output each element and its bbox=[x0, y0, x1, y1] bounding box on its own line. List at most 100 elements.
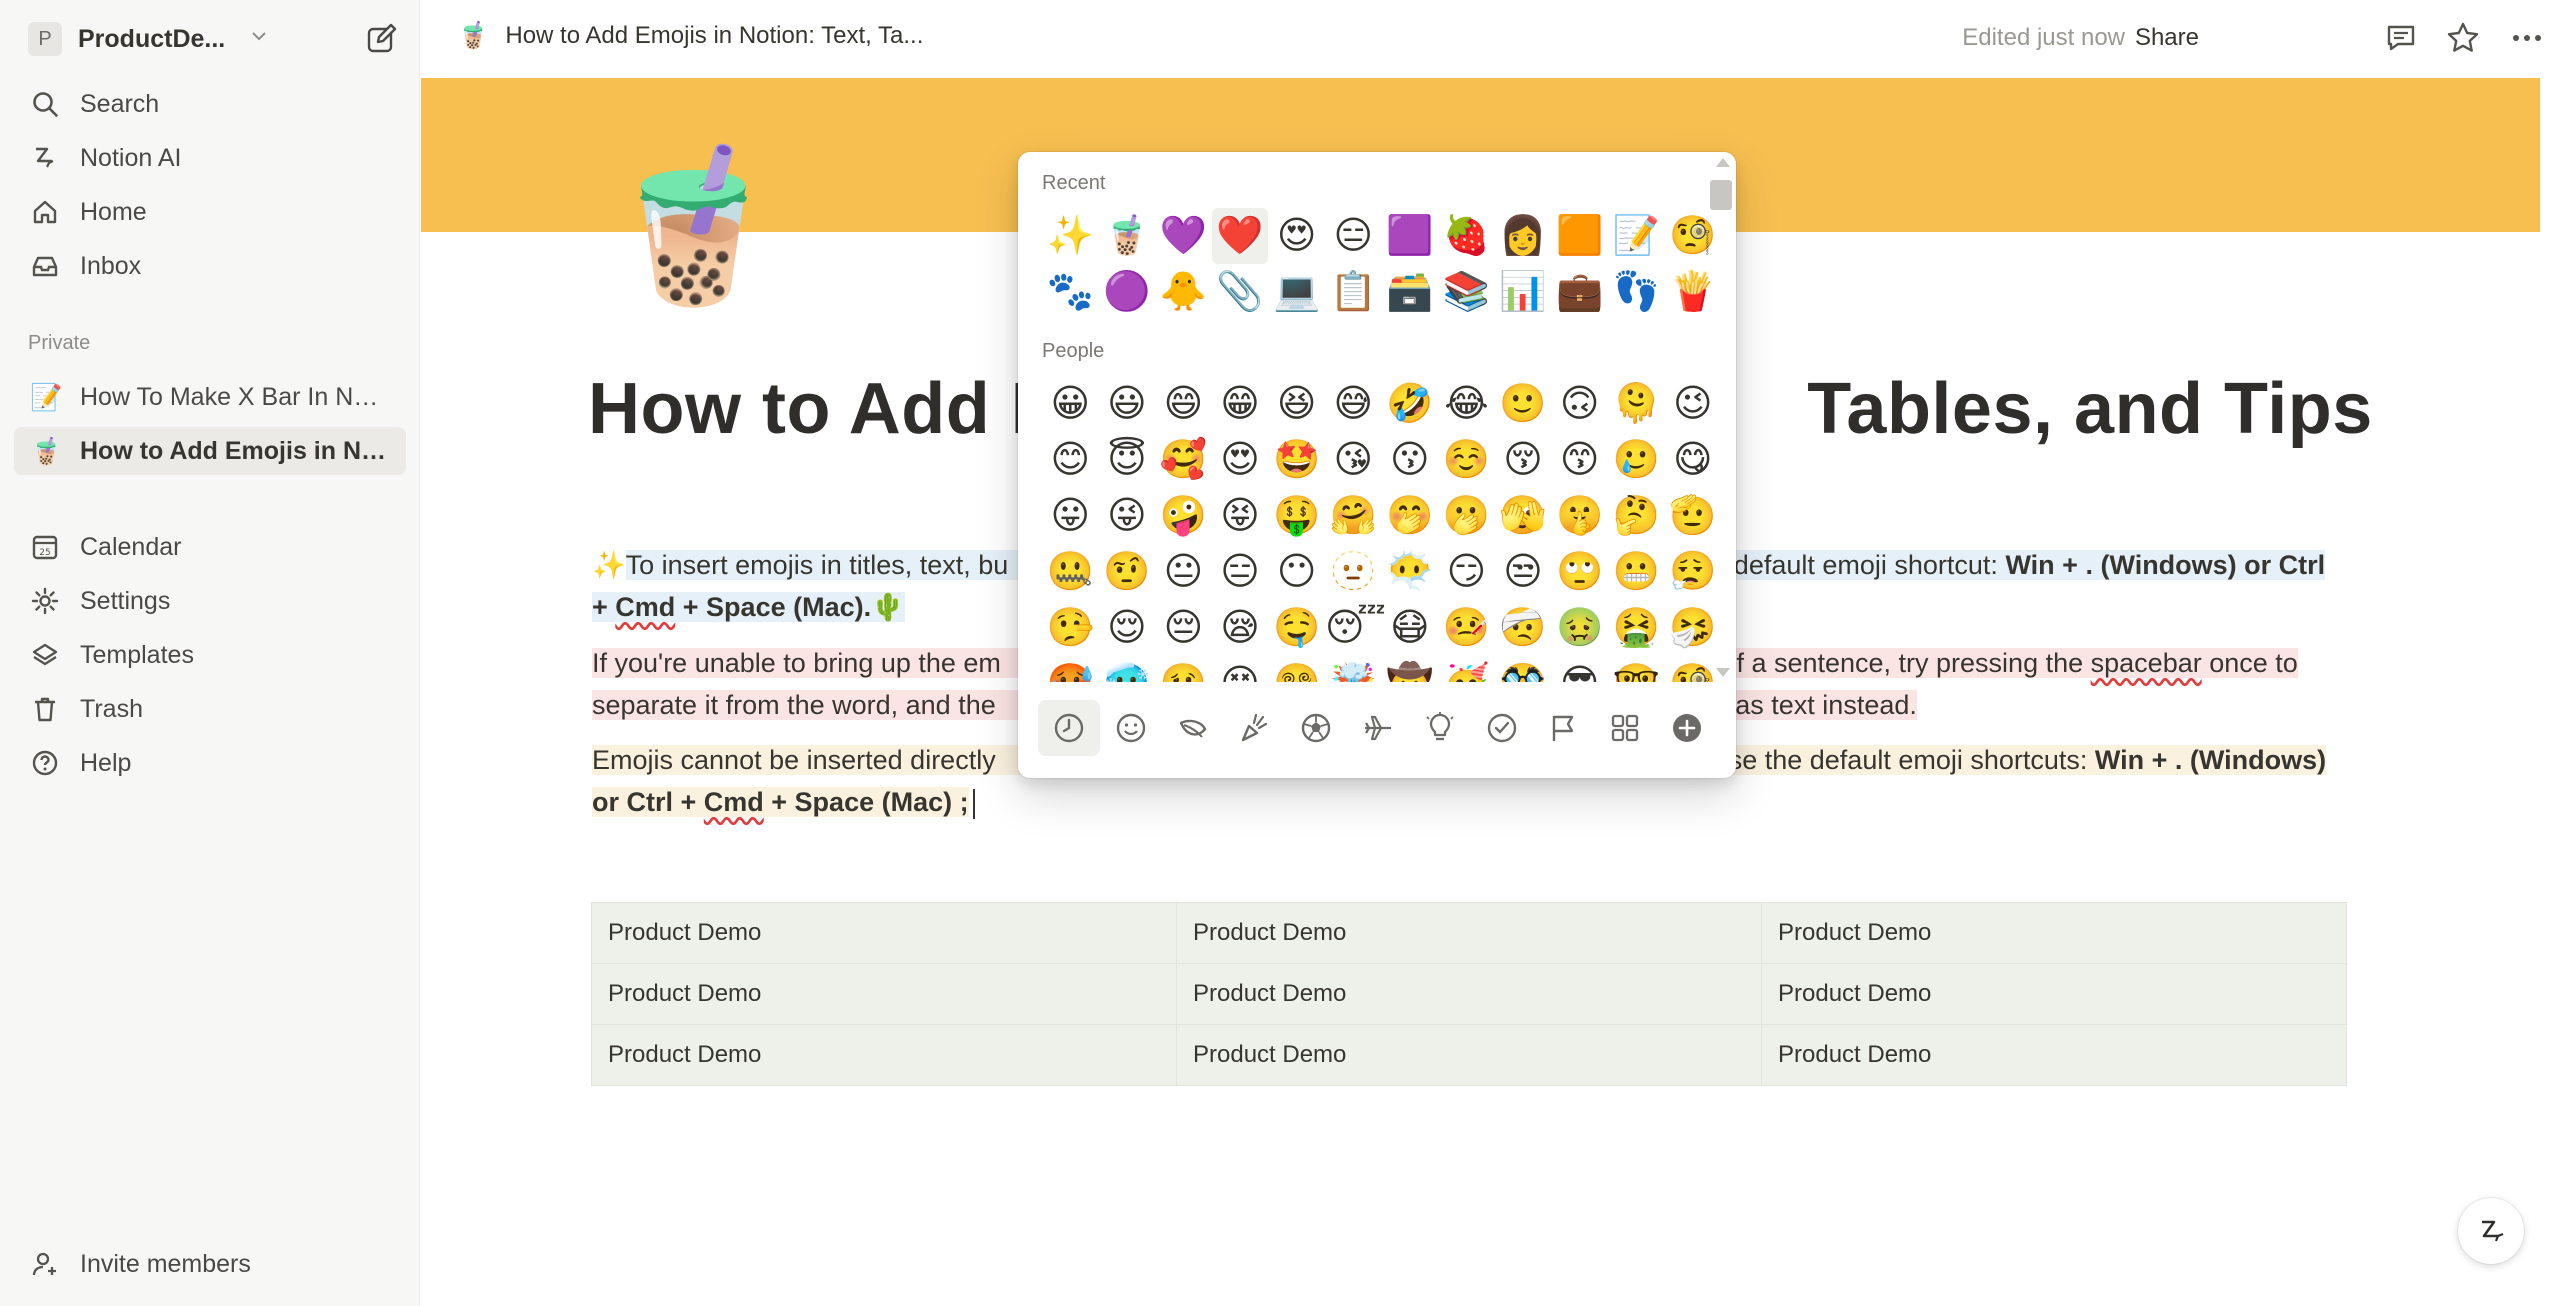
emoji-option[interactable]: 🤗 bbox=[1325, 488, 1382, 544]
emoji-option[interactable]: 📝 bbox=[1608, 208, 1665, 264]
emoji-option[interactable]: 🤭 bbox=[1382, 488, 1439, 544]
emoji-option[interactable]: 😋 bbox=[1665, 432, 1718, 488]
emoji-option[interactable]: 📎 bbox=[1212, 264, 1269, 320]
table-cell[interactable]: Product Demo bbox=[1176, 963, 1762, 1025]
emoji-option[interactable]: 📚 bbox=[1438, 264, 1495, 320]
emoji-option[interactable]: 🤓 bbox=[1608, 656, 1665, 682]
emoji-option[interactable]: 🥳 bbox=[1438, 656, 1495, 682]
emoji-option[interactable]: 📋 bbox=[1325, 264, 1382, 320]
emoji-option[interactable]: 🙂 bbox=[1495, 376, 1552, 432]
chevron-down-icon[interactable] bbox=[249, 26, 269, 52]
breadcrumb[interactable]: 🧋 How to Add Emojis in Notion: Text, Ta.… bbox=[457, 20, 923, 51]
emoji-option[interactable]: 👣 bbox=[1608, 264, 1665, 320]
emoji-option[interactable]: 😆 bbox=[1268, 376, 1325, 432]
emoji-option[interactable]: 😵‍💫 bbox=[1268, 656, 1325, 682]
emoji-option[interactable]: 😛 bbox=[1042, 488, 1099, 544]
emoji-option[interactable]: 😁 bbox=[1212, 376, 1269, 432]
emoji-option[interactable]: 😑 bbox=[1212, 544, 1269, 600]
tab-symbols[interactable] bbox=[1471, 700, 1533, 756]
sidebar-page-emojis[interactable]: 🧋 How to Add Emojis in Noti... bbox=[14, 427, 406, 475]
emoji-option[interactable]: 🤩 bbox=[1268, 432, 1325, 488]
emoji-option[interactable]: 😮‍💨 bbox=[1665, 544, 1718, 600]
emoji-option[interactable]: 🤥 bbox=[1042, 600, 1099, 656]
emoji-option[interactable]: 🧐 bbox=[1665, 208, 1718, 264]
emoji-option[interactable]: 🫣 bbox=[1495, 488, 1552, 544]
notion-ai-button[interactable] bbox=[2458, 1198, 2524, 1264]
emoji-option[interactable]: 🧐 bbox=[1665, 656, 1718, 682]
emoji-option[interactable]: 🤔 bbox=[1608, 488, 1665, 544]
emoji-option[interactable]: 😀 bbox=[1042, 376, 1099, 432]
emoji-option[interactable]: 😃 bbox=[1099, 376, 1156, 432]
emoji-option[interactable]: 😌 bbox=[1099, 600, 1156, 656]
emoji-option[interactable]: 🤨 bbox=[1099, 544, 1156, 600]
tab-people[interactable] bbox=[1100, 700, 1162, 756]
emoji-option[interactable]: 🙃 bbox=[1551, 376, 1608, 432]
emoji-option[interactable]: 😝 bbox=[1212, 488, 1269, 544]
emoji-option[interactable]: 🤐 bbox=[1042, 544, 1099, 600]
emoji-option[interactable]: 😴 bbox=[1325, 600, 1386, 656]
scroll-up-arrow[interactable] bbox=[1716, 158, 1730, 167]
share-button[interactable]: Share bbox=[2135, 24, 2199, 52]
emoji-grid[interactable]: Recent ✨ 🧋 💜 ❤️ 😍 😑 🟪 🍓 👩 🟧 📝 🧐 🐾 🟣 🐥 📎 💻 📋 🗃️ 📚 📊 💼 👣 🍟 Peopl… bbox=[1018, 152, 1718, 682]
emoji-option[interactable]: 😜 bbox=[1099, 488, 1156, 544]
emoji-option[interactable]: 🥵 bbox=[1042, 656, 1099, 682]
emoji-option[interactable]: 🥴 bbox=[1155, 656, 1212, 682]
emoji-option[interactable]: 🧋 bbox=[1099, 208, 1156, 264]
emoji-option[interactable]: 😑 bbox=[1325, 208, 1382, 264]
table-cell[interactable]: Product Demo bbox=[1176, 1024, 1762, 1086]
emoji-option[interactable]: 🥶 bbox=[1099, 656, 1156, 682]
scrollbar-thumb[interactable] bbox=[1710, 180, 1732, 210]
emoji-option[interactable]: 🍟 bbox=[1665, 264, 1718, 320]
emoji-option[interactable]: 😐 bbox=[1155, 544, 1212, 600]
emoji-option[interactable]: 😙 bbox=[1551, 432, 1608, 488]
table-cell[interactable]: Product Demo bbox=[591, 902, 1177, 964]
emoji-option[interactable]: 🟣 bbox=[1099, 264, 1156, 320]
tab-travel[interactable] bbox=[1347, 700, 1409, 756]
emoji-option[interactable]: 😒 bbox=[1495, 544, 1552, 600]
emoji-option[interactable]: 🤣 bbox=[1382, 376, 1439, 432]
sidebar-item-notion-ai[interactable]: Notion AI bbox=[14, 134, 406, 182]
emoji-option[interactable]: 😏 bbox=[1438, 544, 1495, 600]
emoji-option[interactable]: 💼 bbox=[1551, 264, 1608, 320]
sidebar-item-templates[interactable]: Templates bbox=[14, 631, 406, 679]
sidebar-item-search[interactable]: Search bbox=[14, 80, 406, 128]
table-cell[interactable]: Product Demo bbox=[1176, 902, 1762, 964]
emoji-option[interactable]: ☺️ bbox=[1438, 432, 1495, 488]
emoji-option[interactable]: 😎 bbox=[1551, 656, 1608, 682]
table-cell[interactable]: Product Demo bbox=[1761, 963, 2347, 1025]
sidebar-page-x-bar[interactable]: 📝 How To Make X Bar In Not... bbox=[14, 373, 406, 421]
emoji-option[interactable]: 🤕 bbox=[1495, 600, 1552, 656]
tab-nature[interactable] bbox=[1162, 700, 1224, 756]
emoji-option[interactable]: 🙄 bbox=[1551, 544, 1608, 600]
tab-activity[interactable] bbox=[1285, 700, 1347, 756]
emoji-option[interactable]: 🥸 bbox=[1495, 656, 1552, 682]
emoji-option[interactable]: 🤤 bbox=[1268, 600, 1325, 656]
emoji-option[interactable]: 🍓 bbox=[1438, 208, 1495, 264]
emoji-option[interactable]: 🐾 bbox=[1042, 264, 1099, 320]
favorite-star-icon[interactable] bbox=[2445, 20, 2481, 56]
emoji-option[interactable]: 🫥 bbox=[1325, 544, 1382, 600]
scroll-down-arrow[interactable] bbox=[1716, 668, 1730, 677]
more-options-icon[interactable] bbox=[2509, 20, 2545, 56]
sidebar-item-inbox[interactable]: Inbox bbox=[14, 242, 406, 290]
emoji-option[interactable]: 🤫 bbox=[1551, 488, 1608, 544]
emoji-option[interactable]: 😚 bbox=[1495, 432, 1552, 488]
emoji-option[interactable]: 😘 bbox=[1325, 432, 1382, 488]
emoji-option[interactable]: 🤧 bbox=[1665, 600, 1718, 656]
tab-food[interactable] bbox=[1223, 700, 1285, 756]
sidebar-item-help[interactable]: Help bbox=[14, 739, 406, 787]
table-cell[interactable]: Product Demo bbox=[591, 1024, 1177, 1086]
emoji-option[interactable]: 😶 bbox=[1268, 544, 1325, 600]
emoji-option[interactable]: 💻 bbox=[1268, 264, 1325, 320]
emoji-option[interactable]: 🫡 bbox=[1665, 488, 1718, 544]
emoji-option[interactable]: 😔 bbox=[1155, 600, 1212, 656]
emoji-option[interactable]: 😍 bbox=[1212, 432, 1269, 488]
emoji-option[interactable]: 🥰 bbox=[1155, 432, 1212, 488]
tab-custom[interactable] bbox=[1594, 700, 1656, 756]
emoji-option[interactable]: 🫠 bbox=[1608, 376, 1665, 432]
emoji-option[interactable]: 😷 bbox=[1382, 600, 1439, 656]
workspace-switcher[interactable]: P ProductDe... bbox=[28, 20, 398, 58]
table-cell[interactable]: Product Demo bbox=[1761, 902, 2347, 964]
emoji-option[interactable]: 🗃️ bbox=[1382, 264, 1439, 320]
emoji-option[interactable]: 😇 bbox=[1099, 432, 1156, 488]
